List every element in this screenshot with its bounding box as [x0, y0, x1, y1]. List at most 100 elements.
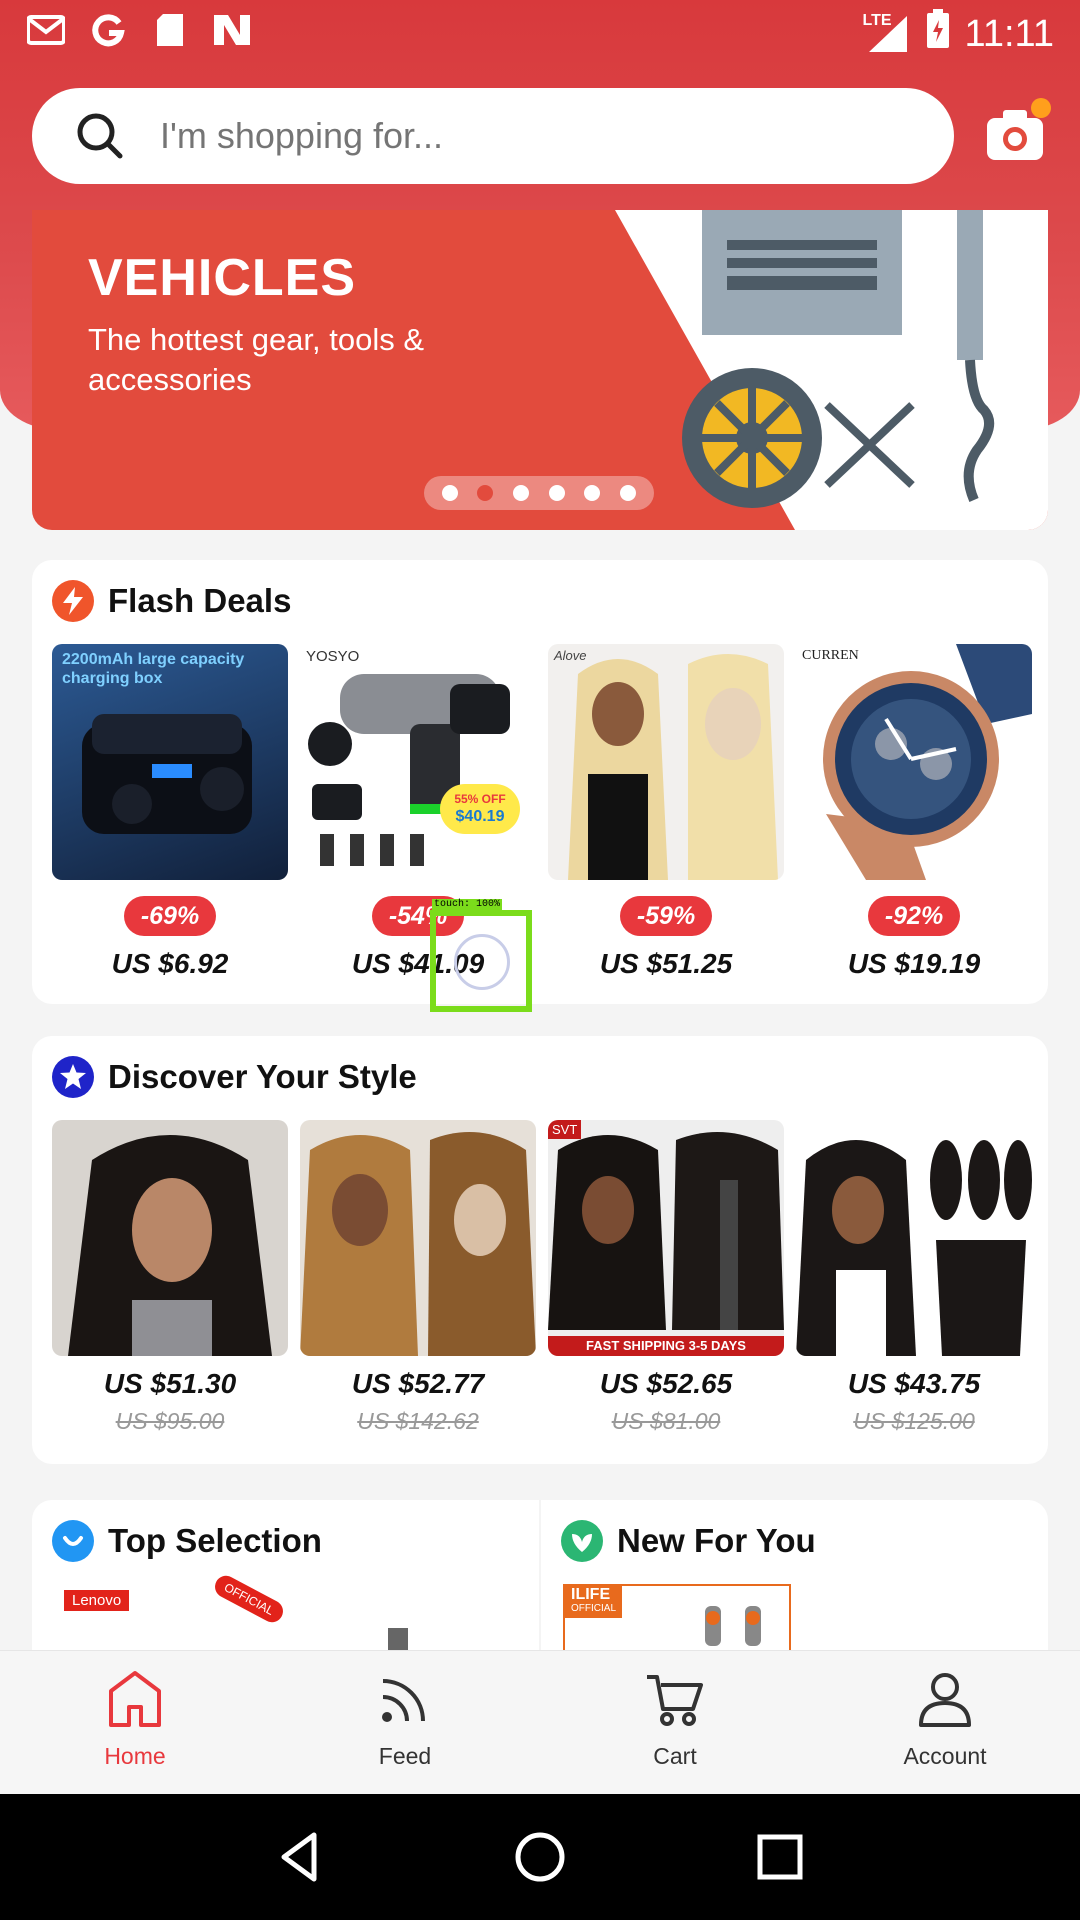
- n-app-icon: [212, 12, 252, 48]
- blonde-wig-product-image: Alove: [548, 644, 784, 880]
- leaf-icon: [561, 1520, 603, 1562]
- watch-graphic: [823, 644, 1032, 880]
- nav-cart-label: Cart: [653, 1743, 697, 1769]
- carousel-dot: [548, 485, 565, 501]
- star-icon: [52, 1056, 94, 1098]
- nav-feed-label: Feed: [378, 1743, 432, 1769]
- new-for-you-card[interactable]: New For You ILIFE OFFICIAL: [541, 1500, 1048, 1664]
- top-selection-card[interactable]: Top Selection Lenovo OFFICIAL: [32, 1500, 539, 1678]
- deal-price: US $6.92: [111, 948, 229, 979]
- ilife-brand-tag: ILIFE OFFICIAL: [565, 1586, 623, 1618]
- discover-style-title: Discover Your Style: [108, 1058, 417, 1095]
- sticker-discount: 55% OFF: [454, 792, 506, 806]
- new-for-you-header: New For You: [561, 1520, 816, 1562]
- google-icon: [88, 12, 128, 48]
- highlight-wig-product-image: [300, 1120, 536, 1356]
- deal-price: US $51.25: [599, 948, 733, 979]
- gmail-icon: [26, 12, 66, 48]
- sticker-price: $40.19: [455, 808, 505, 825]
- shipping-strip: FAST SHIPPING 3-5 DAYS: [548, 1336, 784, 1356]
- earbuds-product-image: 2200mAh large capacity charging box: [52, 644, 288, 880]
- nav-account-label: Account: [903, 1743, 987, 1769]
- signal-icon: LTE: [863, 12, 911, 56]
- feed-icon: [382, 1679, 425, 1722]
- top-selection-header: Top Selection: [52, 1520, 322, 1562]
- flash-deal-item[interactable]: Alove -59% US $51.25: [548, 644, 784, 980]
- style-price: US $52.65: [599, 1368, 733, 1399]
- svt-wig-graphic: [548, 1132, 784, 1330]
- flash-deal-item[interactable]: CURREN -92% US $19.19: [796, 644, 1032, 980]
- ilife-official: OFFICIAL: [571, 1603, 617, 1614]
- lightning-icon: [52, 580, 94, 622]
- smile-icon: [52, 1520, 94, 1562]
- style-item[interactable]: US $43.75 US $125.00: [796, 1120, 1032, 1435]
- banner-subtitle: The hottest gear, tools & accessories: [88, 322, 425, 397]
- banner-title: VEHICLES: [88, 249, 357, 307]
- discount-badge: -59%: [620, 896, 712, 936]
- sd-card-icon: [150, 12, 190, 48]
- massage-gun-graphic: [308, 674, 510, 866]
- original-price: US $81.00: [611, 1408, 721, 1434]
- home-icon: [109, 1671, 161, 1727]
- product-image-brand: Alove: [554, 648, 587, 663]
- discover-style-card: Discover Your Style US $51.30 US $95.00 …: [32, 1036, 1048, 1464]
- promo-banner[interactable]: VEHICLES The hottest gear, tools & acces…: [32, 210, 1048, 530]
- account-icon: [919, 1673, 971, 1727]
- recents-icon[interactable]: [750, 1827, 810, 1887]
- carousel-indicator[interactable]: [424, 476, 654, 510]
- flash-deals-title: Flash Deals: [108, 582, 292, 619]
- touch-label: touch: 100%: [432, 899, 503, 910]
- curly-wig-product-image: [52, 1120, 288, 1356]
- price-sticker: 55% OFF $40.19: [440, 784, 520, 834]
- product-image-brand: CURREN: [802, 648, 859, 663]
- original-price: US $95.00: [115, 1408, 225, 1434]
- ilife-brand: ILIFE: [571, 1586, 611, 1603]
- touch-ring: [454, 934, 510, 990]
- product-image-brand: SVT: [548, 1120, 582, 1139]
- product-image-caption: 2200mAh large capacity charging box: [62, 651, 245, 687]
- top-selection-title: Top Selection: [108, 1522, 322, 1559]
- camera-search-button[interactable]: [985, 98, 1051, 162]
- watch-product-image: CURREN: [796, 644, 1032, 880]
- original-price: US $125.00: [853, 1408, 975, 1434]
- network-label: LTE: [862, 12, 892, 29]
- bottom-navigation: Home Feed Cart Account: [0, 1650, 1080, 1794]
- nav-home[interactable]: Home: [0, 1651, 270, 1795]
- product-image-brand: YOSYO: [306, 648, 360, 665]
- discover-style-header[interactable]: Discover Your Style: [52, 1056, 417, 1098]
- style-item[interactable]: SVT FAST SHIPPING 3-5 DAYS US $52.65 US …: [548, 1120, 784, 1435]
- style-item[interactable]: US $51.30 US $95.00: [52, 1120, 288, 1435]
- deal-price: US $19.19: [847, 948, 981, 979]
- nav-feed[interactable]: Feed: [270, 1651, 540, 1795]
- search-bar[interactable]: [32, 88, 954, 184]
- bundle-wig-graphic: [796, 1140, 1032, 1356]
- status-bar: LTE 11:11: [0, 0, 1080, 64]
- curly-wig-graphic: [68, 1135, 272, 1356]
- new-for-you-title: New For You: [617, 1522, 816, 1559]
- vehicle-tools-illustration: [682, 210, 995, 508]
- system-navigation-bar: [0, 1794, 1080, 1920]
- nav-account[interactable]: Account: [810, 1651, 1080, 1795]
- highlight-wig-graphic: [300, 1132, 536, 1356]
- search-icon: [77, 113, 123, 159]
- discount-badge: -92%: [868, 896, 960, 936]
- flash-deals-header[interactable]: Flash Deals: [52, 580, 291, 622]
- vacuum-graphic: [705, 1606, 761, 1646]
- style-price: US $51.30: [103, 1368, 237, 1399]
- carousel-dot: [584, 485, 601, 501]
- search-row: [0, 88, 1080, 184]
- massage-gun-product-image: YOSYO 55% OFF $40.19: [300, 644, 536, 880]
- back-icon[interactable]: [270, 1827, 330, 1887]
- bundle-wig-product-image: [796, 1120, 1032, 1356]
- home-circle-icon[interactable]: [510, 1827, 570, 1887]
- blonde-wig-graphic: [568, 654, 778, 880]
- clock: 11:11: [964, 12, 1054, 55]
- nav-cart[interactable]: Cart: [540, 1651, 810, 1795]
- notification-dot: [1031, 98, 1051, 118]
- style-price: US $52.77: [351, 1368, 485, 1399]
- flash-deals-card: Flash Deals 2200mAh large capacity charg…: [32, 560, 1048, 1004]
- search-input[interactable]: [160, 115, 880, 157]
- original-price: US $142.62: [357, 1408, 479, 1434]
- flash-deal-item[interactable]: 2200mAh large capacity charging box -69%…: [52, 644, 288, 980]
- style-item[interactable]: US $52.77 US $142.62: [300, 1120, 536, 1435]
